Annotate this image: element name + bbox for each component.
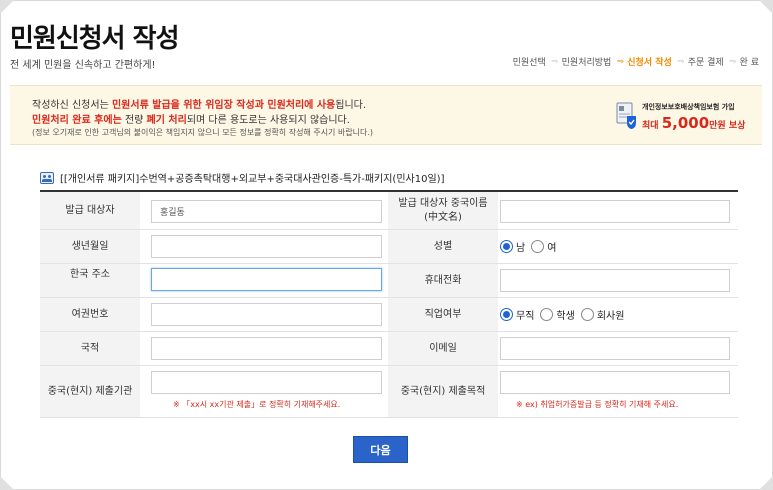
phone-input[interactable] (500, 269, 730, 292)
notice-line-2: 민원처리 완료 후에는 전량 폐기 처리되며 다른 용도로는 사용되지 않습니다… (32, 115, 350, 126)
step-arrow-icon: ·····› (616, 56, 624, 67)
step-application: 신청서 작성 (627, 58, 672, 68)
notice-line-1: 작성하신 신청서는 민원서류 발급을 위한 위임장 작성과 민원처리에 사용됩니… (32, 100, 367, 111)
corner-decoration (759, 0, 773, 14)
purpose-label: 중국(현지) 제출목적 (388, 366, 498, 417)
form-row: 발급 대상자 발급 대상자 중국이름(中文名) (40, 192, 738, 230)
form-row: 중국(현지) 제출기관 ※ 「xx시 xx기관 제출」로 정확히 기재해주세요.… (40, 366, 738, 418)
agency-label: 중국(현지) 제출기관 (40, 366, 140, 417)
address-label: 한국 주소 (40, 264, 140, 297)
gender-radio-male[interactable]: 남 (500, 239, 525, 254)
birth-label: 생년월일 (40, 230, 140, 263)
passport-input[interactable] (151, 303, 382, 326)
gender-radio-group: 남 여 (500, 239, 562, 254)
birth-input[interactable] (151, 235, 382, 258)
step-select: 민원선택 (512, 58, 546, 68)
chinese-name-label: 발급 대상자 중국이름 (中文名) (388, 192, 498, 229)
gender-radio-female[interactable]: 여 (531, 239, 556, 254)
step-arrow-icon: ·····› (728, 56, 737, 67)
job-radio-employee[interactable]: 회사원 (580, 307, 624, 322)
page-title: 민원신청서 작성 (10, 24, 179, 54)
form-row: 국적 이메일 (40, 332, 738, 366)
step-arrow-icon: ·····› (676, 56, 685, 67)
insurance-amount: 최대 5,000만원 보상 (642, 114, 746, 132)
phone-label: 휴대전화 (388, 264, 498, 297)
email-input[interactable] (500, 337, 730, 360)
radio-icon[interactable] (531, 240, 545, 253)
radio-selected-icon[interactable] (500, 240, 513, 253)
radio-selected-icon[interactable] (500, 308, 513, 321)
package-title: [[개인서류 패키지]수번역+공증촉탁대행+외교부+중국대사관인증-특가-패키지… (40, 170, 444, 185)
shield-document-icon (616, 102, 636, 129)
recipient-input[interactable] (151, 200, 382, 223)
job-radio-student[interactable]: 학생 (540, 307, 575, 322)
insurance-title: 개인정보보호배상책임보험 가입 (642, 103, 735, 111)
package-label: [[개인서류 패키지]수번역+공증촉탁대행+외교부+중국대사관인증-특가-패키지… (60, 174, 445, 185)
purpose-input[interactable] (500, 371, 730, 394)
passport-label: 여권번호 (40, 298, 140, 331)
agency-hint: ※ 「xx시 xx기관 제출」로 정확히 기재해주세요. (173, 400, 341, 409)
notice-box: 작성하신 신청서는 민원서류 발급을 위한 위임장 작성과 민원처리에 사용됩니… (10, 85, 762, 145)
form-row: 여권번호 직업여부 무직 학생 회사원 (40, 298, 738, 332)
gender-label: 성별 (388, 230, 498, 263)
insurance-badge: 개인정보보호배상책임보험 가입 최대 5,000만원 보상 (616, 100, 748, 134)
form-row: 한국 주소 휴대전화 (40, 264, 738, 298)
corner-decoration (0, 476, 14, 490)
job-radio-group: 무직 학생 회사원 (500, 307, 630, 322)
step-complete: 완 료 (739, 58, 759, 68)
nationality-input[interactable] (151, 337, 382, 360)
step-arrow-icon: ·····› (550, 56, 559, 67)
notice-line-3: (정보 오기재로 인한 고객님의 불이익은 책임지지 않으니 모든 정보를 정확… (32, 128, 374, 137)
chinese-name-input[interactable] (500, 200, 730, 223)
page-subtitle: 전 세계 민원을 신속하고 간편하게! (10, 60, 156, 71)
progress-steps: 민원선택 ·····› 민원처리방법 ·····› 신청서 작성 ·····› … (512, 55, 759, 69)
corner-decoration (0, 0, 14, 14)
nationality-label: 국적 (40, 332, 140, 365)
email-label: 이메일 (388, 332, 498, 365)
corner-decoration (759, 476, 773, 490)
step-method: 민원처리방법 (561, 58, 612, 68)
radio-icon[interactable] (580, 308, 594, 321)
agency-input[interactable] (151, 371, 382, 394)
job-radio-unemployed[interactable]: 무직 (500, 307, 534, 322)
form-row: 생년월일 성별 남 여 (40, 230, 738, 264)
step-payment: 주문 결제 (687, 58, 724, 68)
purpose-hint: ※ ex) 취업허가증발급 등 정확히 기재해 주세요. (516, 400, 679, 409)
address-input[interactable] (151, 268, 382, 291)
job-label: 직업여부 (388, 298, 498, 331)
recipient-label: 발급 대상자 (40, 192, 140, 229)
people-icon (40, 171, 54, 184)
application-form: 발급 대상자 발급 대상자 중국이름(中文名) 생년월일 성별 남 여 한국 주… (40, 190, 738, 418)
radio-icon[interactable] (540, 308, 554, 321)
next-button[interactable]: 다음 (353, 436, 408, 463)
